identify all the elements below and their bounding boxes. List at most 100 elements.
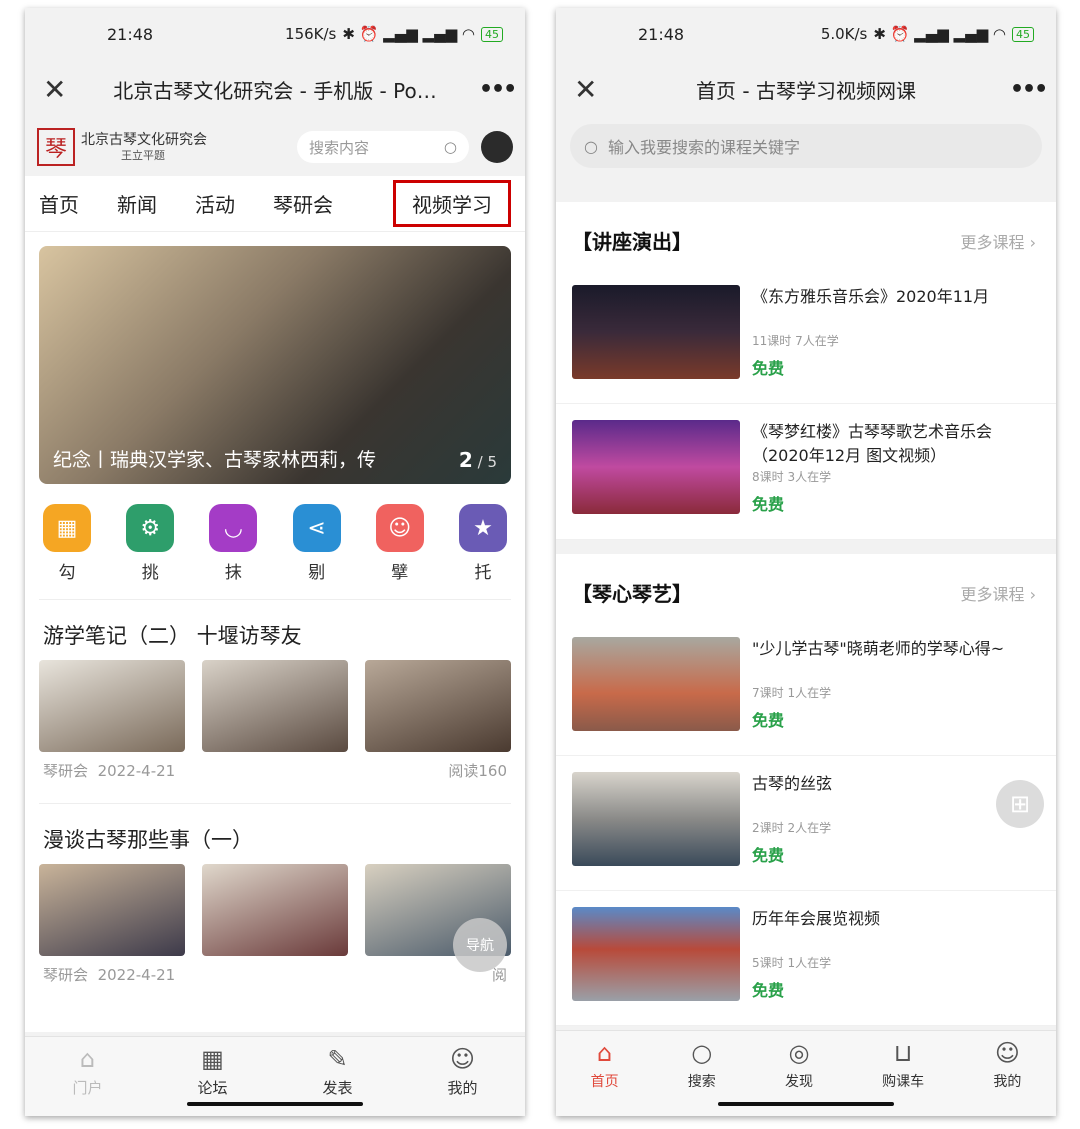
shortcut-label: 擘 [391,563,409,583]
search-area: ○ 输入我要搜索的课程关键字 [556,118,1056,188]
article-item[interactable]: 漫谈古琴那些事（一） 琴研会 2022-4-21 阅 [39,803,511,1001]
article-source: 琴研会 [43,762,89,780]
user-icon: ☺ [449,1045,475,1073]
shortcut-mo[interactable]: ◡ 抹 [209,504,258,583]
article-reads: 阅读160 [448,762,507,780]
article-item[interactable]: 游学笔记（二） 十堰访琴友 琴研会 2022-4-21 阅读160 [39,599,511,797]
gear-icon: ⚙ [126,504,175,552]
article-thumbnail [365,660,511,752]
home-icon: ⌂ [79,1045,96,1073]
avatar[interactable] [481,131,513,163]
shortcut-tuo[interactable]: ★ 托 [458,504,507,583]
article-thumbnail [39,864,185,956]
cart-icon: ⊔ [893,1039,913,1067]
section-header: 【琴心琴艺】 更多课程 › [556,554,1056,621]
course-stats: 2课时 2人在学 [752,821,832,835]
signal-icon: ✱ ⏰ ▂▄▆ ▂▄▆ ◠ [342,25,475,43]
course-item[interactable]: 历年年会展览视频 5课时 1人在学 免费 [556,891,1056,1026]
course-thumbnail [572,907,740,1001]
tab-portal[interactable]: ⌂ 门户 [72,1045,102,1098]
tab-label: 首页 [590,1074,619,1090]
site-header: 琴 北京古琴文化研究会 王立平题 搜索内容 ○ [25,118,525,176]
user-icon: ☺ [994,1039,1020,1067]
tab-mine[interactable]: ☺ 我的 [447,1045,477,1098]
shortcut-label: 抹 [224,563,242,583]
course-price: 免费 [752,711,785,730]
site-logo[interactable]: 琴 北京古琴文化研究会 王立平题 [37,128,207,166]
course-name: 古琴的丝弦 [752,774,833,793]
tab-events[interactable]: 活动 [195,189,235,218]
course-item[interactable]: 《东方雅乐音乐会》2020年11月 11课时 7人在学 免费 [556,269,1056,404]
page-title: 北京古琴文化研究会 - 手机版 - Po… [113,78,437,103]
tab-home[interactable]: ⌂ 首页 [591,1039,619,1116]
tab-mine[interactable]: ☺ 我的 [993,1039,1021,1116]
status-time: 21:48 [107,24,154,44]
article-date: 2022-4-21 [97,966,176,984]
search-input[interactable]: 搜索内容 ○ [297,131,469,163]
course-item[interactable]: "少儿学古琴"晓萌老师的学琴心得~ 7课时 1人在学 免费 [556,621,1056,756]
tab-association[interactable]: 琴研会 [273,189,333,218]
course-item[interactable]: 《琴梦红楼》古琴琴歌艺术音乐会（2020年12月 图文视频） 8课时 3人在学 … [556,404,1056,540]
search-icon: ○ [584,136,598,156]
course-name: "少儿学古琴"晓萌老师的学琴心得~ [752,639,1005,658]
course-thumbnail [572,285,740,379]
course-item[interactable]: 古琴的丝弦 2课时 2人在学 免费 [556,756,1056,891]
home-icon: ⌂ [596,1039,613,1067]
course-name: 历年年会展览视频 [752,909,881,928]
course-search-input[interactable]: ○ 输入我要搜索的课程关键字 [570,124,1042,168]
close-icon[interactable]: ✕ [43,73,71,106]
tab-post[interactable]: ✎ 发表 [322,1045,352,1098]
shortcut-label: 勾 [58,563,76,583]
course-info: 历年年会展览视频 5课时 1人在学 免费 [752,907,880,1001]
network-speed: 5.0K/s [820,25,868,43]
more-icon[interactable]: ••• [1010,77,1048,102]
tab-label: 我的 [993,1074,1022,1090]
tab-search[interactable]: ○ 搜索 [688,1039,716,1116]
tab-forum[interactable]: ▦ 论坛 [197,1045,227,1098]
nav-tabs: 首页 新闻 活动 琴研会 视频学习 [25,176,525,232]
tab-video-learning[interactable]: 视频学习 [393,180,511,227]
shortcut-icons: ▦ 勾 ⚙ 挑 ◡ 抹 ⋖ 剔 ☺ 擘 ★ 托 [39,484,511,593]
shortcut-label: 剔 [308,563,326,583]
shortcut-gou[interactable]: ▦ 勾 [43,504,91,583]
article-thumbnails [39,660,511,752]
search-placeholder: 输入我要搜索的课程关键字 [607,138,800,157]
logo-sub: 王立平题 [121,148,165,162]
shortcut-bo[interactable]: ☺ 擘 [375,504,424,583]
more-courses-link[interactable]: 更多课程 › [960,581,1036,605]
close-icon[interactable]: ✕ [574,73,602,106]
more-icon[interactable]: ••• [479,77,517,102]
more-courses-label: 更多课程 [960,584,1025,604]
shortcut-ti[interactable]: ⋖ 剔 [292,504,341,583]
course-info: 《东方雅乐音乐会》2020年11月 11课时 7人在学 免费 [752,285,989,379]
course-stats: 8课时 3人在学 [752,470,832,484]
shortcut-tiao[interactable]: ⚙ 挑 [126,504,175,583]
course-price: 免费 [752,846,785,865]
smile-icon: ◡ [209,504,258,552]
banner-caption: 纪念丨瑞典汉学家、古琴家林西莉，传 [53,449,377,471]
home-indicator [187,1102,363,1106]
tab-home[interactable]: 首页 [39,189,79,218]
course-info: "少儿学古琴"晓萌老师的学琴心得~ 7课时 1人在学 免费 [752,637,1004,731]
float-nav-button[interactable]: 导航 [453,918,507,972]
article-thumbnail [202,864,348,956]
course-price: 免费 [752,495,785,514]
article-date: 2022-4-21 [97,762,176,780]
course-thumbnail [572,637,740,731]
shortcut-label: 挑 [141,563,159,583]
banner-carousel[interactable]: 纪念丨瑞典汉学家、古琴家林西莉，传 2 / 5 [39,246,511,484]
course-price: 免费 [752,359,785,378]
grid-icon: ▦ [43,504,91,552]
status-indicators: 5.0K/s ✱ ⏰ ▂▄▆ ▂▄▆ ◠ 45 [821,25,1034,43]
more-courses-link[interactable]: 更多课程 › [960,229,1036,253]
status-indicators: 156K/s ✱ ⏰ ▂▄▆ ▂▄▆ ◠ 45 [285,25,503,43]
tab-news[interactable]: 新闻 [117,189,157,218]
course-name: 《东方雅乐音乐会》2020年11月 [752,287,990,306]
course-name: 《琴梦红楼》古琴琴歌艺术音乐会（2020年12月 图文视频） [752,422,993,465]
status-bar: 21:48 5.0K/s ✱ ⏰ ▂▄▆ ▂▄▆ ◠ 45 [556,8,1056,60]
article-thumbnail [39,660,185,752]
battery-icon: 45 [1012,26,1034,42]
float-grid-button[interactable]: ⊞ [996,780,1044,828]
planet-icon: ◎ [788,1039,810,1067]
section-title: 【琴心琴艺】 [572,582,692,606]
